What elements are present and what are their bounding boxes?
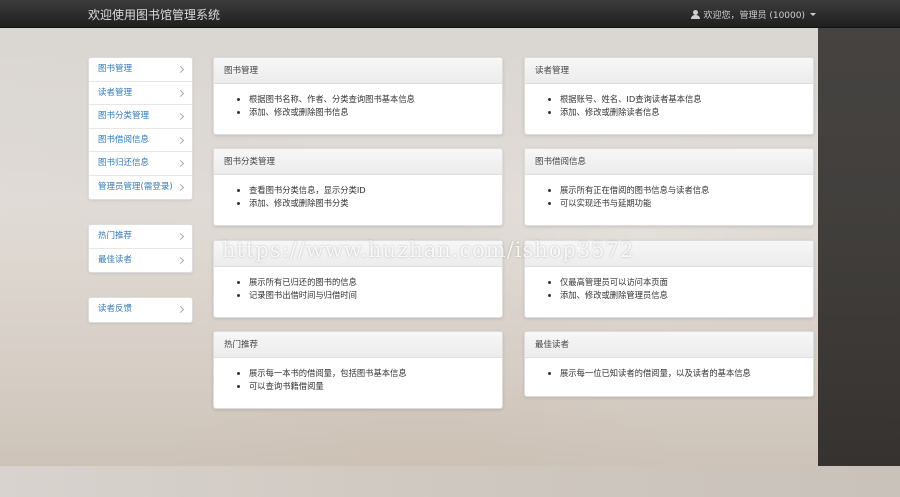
user-icon: [691, 10, 701, 19]
panel-best-readers: 最佳读者 展示每一位已知读者的借阅量，以及读者的基本信息: [524, 331, 814, 397]
sidebar-menu-stats: 热门推荐 最佳读者: [88, 224, 193, 273]
sidebar-item-hot-recommend[interactable]: 热门推荐: [89, 225, 192, 249]
chevron-right-icon: [176, 112, 185, 121]
chevron-right-icon: [176, 256, 185, 264]
panel-item: 添加、修改或删除读者信息: [560, 106, 813, 119]
panel-item: 添加、修改或删除图书信息: [249, 106, 502, 119]
panel-reader-management: 读者管理 根据账号、姓名、ID查询读者基本信息 添加、修改或删除读者信息: [524, 57, 814, 135]
panel-item: 可以实现还书与延期功能: [560, 197, 813, 210]
sidebar-item-label: 热门推荐: [98, 231, 133, 241]
panel-item: 查看图书分类信息，显示分类ID: [249, 184, 502, 197]
sidebar-item-label: 图书借阅信息: [98, 134, 150, 145]
sidebar-menu-main: 图书管理 读者管理 图书分类管理 图书借阅信息 图书归还信息 管理员管理(需登录…: [88, 57, 193, 200]
background-photo-bottom: [0, 466, 900, 497]
panel-item: 可以查询书籍借阅量: [249, 380, 502, 393]
sidebar-item-borrow-info[interactable]: 图书借阅信息: [89, 129, 192, 152]
sidebar-item-category-management[interactable]: 图书分类管理: [89, 105, 192, 129]
panel-title: 读者管理: [525, 58, 813, 84]
background-photo-right: [818, 28, 900, 466]
chevron-right-icon: [176, 305, 185, 314]
sidebar-item-label: 图书分类管理: [98, 111, 150, 121]
panel-item: 根据账号、姓名、ID查询读者基本信息: [560, 93, 813, 106]
panel-title: 热门推荐: [214, 332, 502, 358]
panel-item: 展示每一位已知读者的借阅量，以及读者的基本信息: [560, 367, 813, 380]
sidebar-item-book-management[interactable]: 图书管理: [89, 58, 192, 82]
panel-item: 根据图书名称、作者、分类查询图书基本信息: [249, 93, 502, 106]
panel-item: 展示所有正在借阅的图书信息与读者信息: [560, 184, 813, 197]
chevron-right-icon: [176, 159, 185, 168]
sidebar-item-return-info[interactable]: 图书归还信息: [89, 152, 192, 176]
sidebar-item-admin-management[interactable]: 管理员管理(需登录): [89, 176, 192, 200]
chevron-down-icon: [810, 13, 816, 16]
panel-title: 图书分类管理: [214, 149, 502, 175]
panel-item: 添加、修改或删除图书分类: [249, 197, 502, 210]
sidebar-menu-feedback: 读者反馈: [88, 297, 193, 323]
chevron-right-icon: [176, 183, 185, 191]
panel-title: 最佳读者: [525, 332, 813, 358]
panel-category-management: 图书分类管理 查看图书分类信息，显示分类ID 添加、修改或删除图书分类: [213, 148, 503, 226]
sidebar-item-reader-management[interactable]: 读者管理: [89, 82, 192, 105]
watermark-text: https://www.huzhan.com/ishop3572: [222, 238, 635, 262]
panel-item: 记录图书出借时间与归借时间: [249, 289, 502, 302]
chevron-right-icon: [176, 136, 185, 144]
user-menu[interactable]: 欢迎您，管理员 (10000): [691, 8, 816, 21]
sidebar-item-label: 图书管理: [98, 64, 133, 74]
top-navbar: 欢迎使用图书馆管理系统 欢迎您，管理员 (10000): [0, 0, 900, 28]
sidebar-item-label: 读者反馈: [98, 304, 133, 314]
sidebar-item-best-readers[interactable]: 最佳读者: [89, 249, 192, 273]
chevron-right-icon: [176, 65, 185, 74]
app-title: 欢迎使用图书馆管理系统: [88, 8, 221, 22]
sidebar-item-reader-feedback[interactable]: 读者反馈: [89, 298, 192, 322]
sidebar-item-label: 读者管理: [98, 87, 133, 98]
chevron-right-icon: [176, 89, 185, 97]
panel-item: 展示所有已归还的图书的信息: [249, 276, 502, 289]
sidebar-item-label: 最佳读者: [98, 254, 133, 265]
panel-item: 添加、修改或删除管理员信息: [560, 289, 813, 302]
panel-hot-recommend: 热门推荐 展示每一本书的借阅量，包括图书基本信息 可以查询书籍借阅量: [213, 331, 503, 409]
sidebar-item-label: 图书归还信息: [98, 158, 150, 168]
panel-title: 图书管理: [214, 58, 502, 84]
user-label[interactable]: 欢迎您，管理员 (10000): [703, 8, 805, 21]
sidebar-item-label: 管理员管理(需登录): [98, 181, 173, 192]
chevron-right-icon: [176, 232, 185, 241]
panel-item: 展示每一本书的借阅量，包括图书基本信息: [249, 367, 502, 380]
panel-book-management: 图书管理 根据图书名称、作者、分类查询图书基本信息 添加、修改或删除图书信息: [213, 57, 503, 135]
panel-item: 仅最高管理员可以访问本页面: [560, 276, 813, 289]
panel-borrow-info: 图书借阅信息 展示所有正在借阅的图书信息与读者信息 可以实现还书与延期功能: [524, 148, 814, 226]
panel-title: 图书借阅信息: [525, 149, 813, 175]
